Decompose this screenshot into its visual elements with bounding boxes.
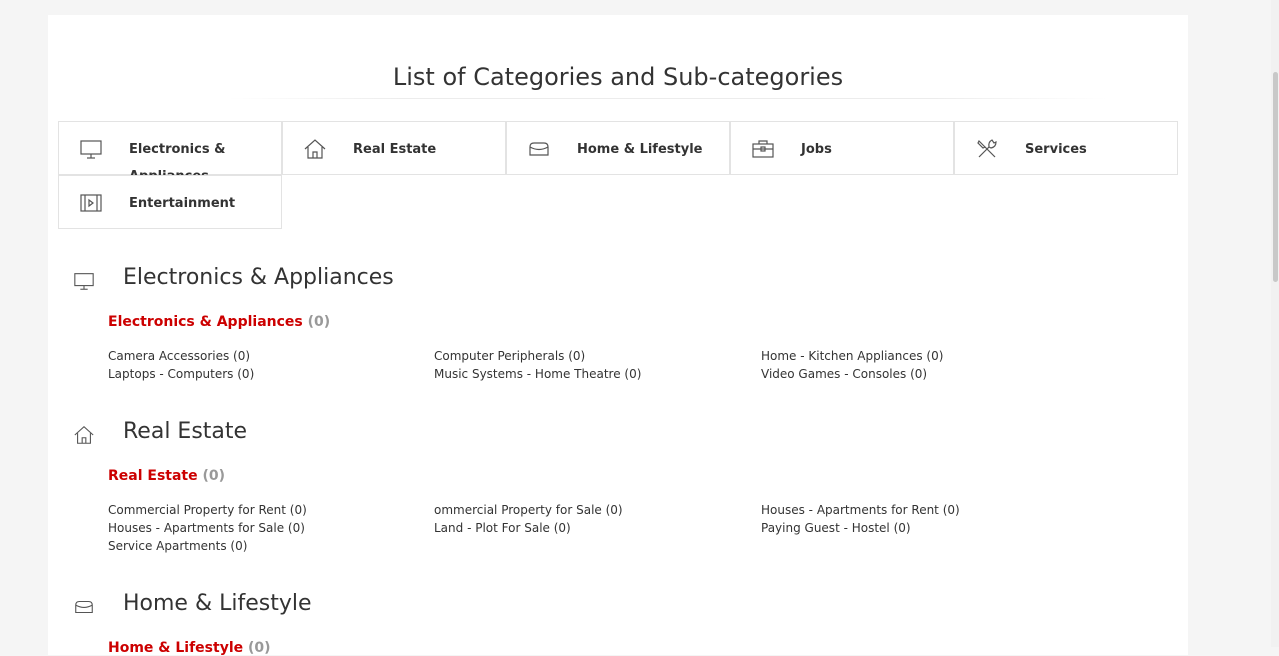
tile-label: Real Estate bbox=[353, 142, 437, 157]
tile-label: Jobs bbox=[801, 142, 832, 157]
page-scrollbar[interactable] bbox=[1271, 0, 1279, 647]
section-title: Real Estate bbox=[123, 419, 248, 444]
section-title: Electronics & Appliances bbox=[123, 265, 394, 290]
film-icon bbox=[79, 191, 103, 215]
subcategory-link[interactable]: Houses - Apartments for Rent (0) bbox=[761, 503, 960, 517]
tile-services[interactable]: Services bbox=[954, 121, 1178, 175]
tile-label: Entertainment bbox=[129, 196, 236, 211]
subcategory-heading-name: Home & Lifestyle bbox=[108, 640, 244, 656]
subcategory-heading-link[interactable]: Home & Lifestyle (0) bbox=[108, 640, 271, 656]
content-card: List of Categories and Sub-categories El… bbox=[48, 15, 1188, 656]
sofa-icon bbox=[73, 596, 95, 618]
subcategory-link[interactable]: Land - Plot For Sale (0) bbox=[434, 521, 571, 535]
tools-icon bbox=[975, 137, 999, 161]
page-title: List of Categories and Sub-categories bbox=[392, 63, 844, 91]
category-tiles: Electronics & Appliances Real Estate Hom… bbox=[58, 121, 1178, 231]
title-divider bbox=[228, 98, 1108, 99]
sofa-icon bbox=[527, 137, 551, 161]
subcategory-heading-count: (0) bbox=[248, 640, 271, 656]
tile-label: Services bbox=[1025, 142, 1087, 157]
subcategory-link[interactable]: Houses - Apartments for Sale (0) bbox=[108, 521, 305, 535]
subcategory-link[interactable]: Computer Peripherals (0) bbox=[434, 349, 585, 363]
tile-electronics-appliances[interactable]: Electronics & Appliances bbox=[58, 121, 282, 184]
briefcase-icon bbox=[751, 137, 775, 161]
subcategory-link[interactable]: Service Apartments (0) bbox=[108, 539, 247, 553]
subcategory-heading-count: (0) bbox=[202, 468, 226, 484]
subcategory-link[interactable]: Video Games - Consoles (0) bbox=[761, 367, 927, 381]
subcategory-link[interactable]: Paying Guest - Hostel (0) bbox=[761, 521, 911, 535]
house-icon bbox=[303, 137, 327, 161]
subcategory-link[interactable]: Music Systems - Home Theatre (0) bbox=[434, 367, 641, 381]
tile-label: Home & Lifestyle bbox=[577, 142, 703, 157]
subcategory-heading-name: Electronics & Appliances bbox=[108, 314, 303, 330]
monitor-icon bbox=[73, 270, 95, 292]
monitor-icon bbox=[79, 137, 103, 161]
subcategory-link[interactable]: Camera Accessories (0) bbox=[108, 349, 250, 363]
tile-entertainment[interactable]: Entertainment bbox=[58, 175, 282, 229]
subcategory-heading-name: Real Estate bbox=[108, 468, 198, 484]
tile-real-estate[interactable]: Real Estate bbox=[282, 121, 506, 175]
subcategory-link[interactable]: Commercial Property for Rent (0) bbox=[108, 503, 307, 517]
section-title: Home & Lifestyle bbox=[123, 591, 312, 616]
subcategory-heading-link[interactable]: Real Estate (0) bbox=[108, 468, 225, 484]
tile-home-lifestyle[interactable]: Home & Lifestyle bbox=[506, 121, 730, 175]
subcategory-link[interactable]: Home - Kitchen Appliances (0) bbox=[761, 349, 943, 363]
subcategory-heading-link[interactable]: Electronics & Appliances (0) bbox=[108, 314, 330, 330]
scrollbar-thumb[interactable] bbox=[1273, 72, 1278, 282]
house-icon bbox=[73, 424, 95, 446]
subcategory-link[interactable]: ommercial Property for Sale (0) bbox=[434, 503, 623, 517]
subcategory-heading-count: (0) bbox=[307, 314, 331, 330]
subcategory-link[interactable]: Laptops - Computers (0) bbox=[108, 367, 254, 381]
tile-jobs[interactable]: Jobs bbox=[730, 121, 954, 175]
